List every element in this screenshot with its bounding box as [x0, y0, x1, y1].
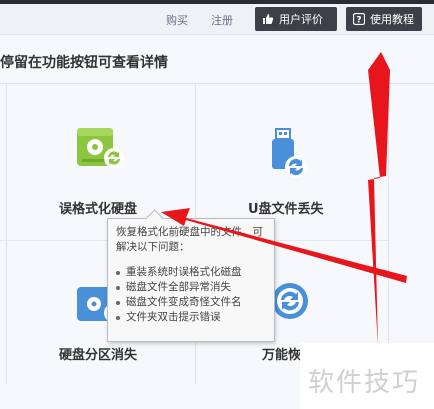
feature-tooltip: 恢复格式化前硬盘中的文件，可解决以下问题： 重装系统时误格式化磁盘 磁盘文件全部… [107, 209, 275, 342]
tutorial-label: 使用教程 [370, 13, 414, 26]
divider [0, 83, 434, 84]
list-item: 磁盘文件全部异常消失 [116, 280, 266, 295]
universal-recover-icon[interactable] [270, 281, 310, 325]
tooltip-list: 重装系统时误格式化磁盘 磁盘文件全部异常消失 磁盘文件变成奇怪文件名 文件夹双击… [116, 265, 266, 325]
question-icon: ? [352, 12, 366, 26]
register-link[interactable]: 注册 [211, 12, 233, 28]
universal-recovery-label[interactable]: 万能恢 [262, 344, 301, 363]
hard-drive-recover-icon[interactable] [76, 124, 128, 178]
divider [6, 84, 7, 384]
page-heading: 停留在功能按钮可查看详情 [0, 55, 168, 71]
usb-recovery-label[interactable]: U盘文件丢失 [248, 198, 324, 217]
svg-text:?: ? [356, 16, 361, 26]
usb-drive-recover-icon[interactable] [266, 127, 314, 187]
user-reviews-button[interactable]: 用户评价 [255, 7, 337, 31]
thumbs-up-icon [261, 12, 275, 26]
tutorial-button[interactable]: ? 使用教程 [346, 7, 422, 31]
user-reviews-label: 用户评价 [279, 13, 323, 26]
divider [388, 84, 389, 384]
buy-link[interactable]: 购买 [166, 12, 188, 28]
list-item: 文件夹双击提示错误 [116, 310, 266, 325]
list-item: 磁盘文件变成奇怪文件名 [116, 295, 266, 310]
watermark-text: 软件技巧 [308, 368, 421, 398]
tooltip-intro: 恢复格式化前硬盘中的文件，可解决以下问题： [116, 226, 263, 253]
partition-recovery-label[interactable]: 硬盘分区消失 [59, 344, 137, 363]
list-item: 重装系统时误格式化磁盘 [116, 265, 266, 280]
format-recovery-label[interactable]: 误格式化硬盘 [59, 198, 137, 217]
top-bar: 购买 注册 用户评价 ? 使用教程 [0, 4, 434, 35]
